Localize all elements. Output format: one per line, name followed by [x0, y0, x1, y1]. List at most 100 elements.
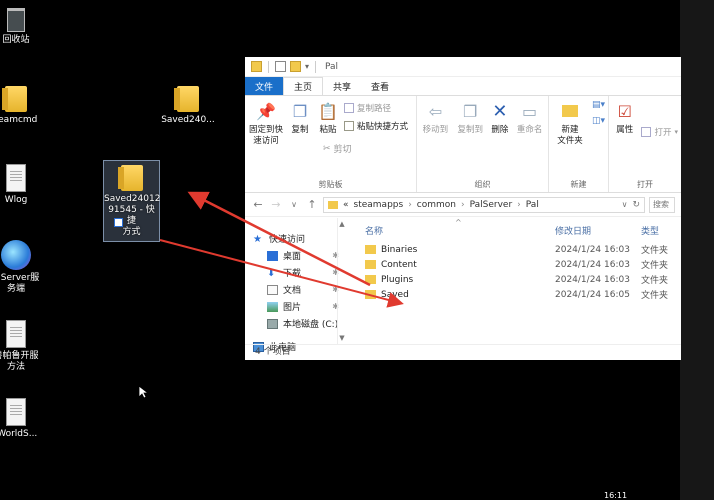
pin-quick-access-button[interactable]: 📌 固定到快 速访问 [248, 100, 284, 178]
folder-icon [328, 200, 338, 209]
move-to-icon: ⇦ [428, 101, 443, 121]
paste-button[interactable]: 📋 粘贴 [316, 100, 340, 178]
desktop-icon-wlog[interactable]: Wlog [0, 164, 52, 206]
file-row[interactable]: Content 2024/1/24 16:03 文件夹 [365, 257, 681, 272]
breadcrumb-common[interactable]: common [417, 200, 456, 210]
file-name: Saved [381, 289, 409, 300]
folder-icon [365, 260, 376, 269]
nav-item-desktop[interactable]: 桌面 ✱ [245, 247, 345, 264]
up-arrow-icon[interactable]: ↑ [305, 198, 319, 211]
column-type[interactable]: 类型 [641, 224, 681, 237]
new-item-icon[interactable]: ▤▾ [592, 100, 605, 110]
taskbar-clock: 16:11 [604, 491, 628, 500]
chevron-down-icon[interactable]: ∨ [622, 200, 628, 209]
divider [315, 60, 317, 73]
tab-share[interactable]: 共享 [323, 77, 361, 95]
nav-item-local-disk[interactable]: 本地磁盘 (C:) [245, 315, 345, 332]
file-date: 2024/1/24 16:03 [555, 244, 630, 255]
file-type: 文件夹 [641, 276, 669, 286]
properties-button[interactable]: ☑ 属性 [612, 100, 637, 178]
background-window-edge [680, 0, 714, 500]
easy-access-icon[interactable]: ◫▾ [592, 116, 605, 126]
file-list: ^ 名称 修改日期 类型 Binaries 2024/1/24 16:03 文件夹 C… [345, 218, 681, 344]
breadcrumb-separator-icon: › [517, 199, 521, 210]
breadcrumb-steamapps[interactable]: steamapps [354, 200, 404, 210]
breadcrumb-separator-icon: › [408, 199, 412, 210]
paste-shortcut-icon [344, 121, 354, 131]
desktop-icon-recycle-bin[interactable]: 回收站 [0, 8, 52, 46]
copy-to-button[interactable]: ❐ 复制到 [455, 100, 486, 178]
nav-item-pictures[interactable]: 图片 ✱ [245, 298, 345, 315]
breadcrumb-pal[interactable]: Pal [526, 200, 539, 210]
chevron-down-icon[interactable]: ▾ [305, 62, 309, 71]
file-date: 2024/1/24 16:05 [555, 289, 630, 300]
open-icon [641, 127, 652, 137]
document-icon [6, 398, 26, 426]
paste-shortcut-button[interactable]: 粘贴快捷方式 [344, 120, 408, 132]
breadcrumb-palserver[interactable]: PalServer [470, 200, 513, 210]
nav-scrollbar[interactable]: ▲ ▼ [337, 218, 345, 344]
forward-arrow-icon[interactable]: → [269, 198, 283, 211]
recycle-bin-icon [7, 8, 25, 32]
nav-item-quick-access[interactable]: ★ 快速访问 [245, 230, 345, 247]
content-area: ★ 快速访问 桌面 ✱ ⬇ 下载 ✱ 文档 ✱ 图片 ✱ 本地磁盘 (C:) 此… [245, 218, 681, 353]
cut-button[interactable]: ✂ 剪切 [323, 142, 352, 156]
file-row[interactable]: Binaries 2024/1/24 16:03 文件夹 [365, 242, 681, 257]
copy-button[interactable]: ❐ 复制 [288, 100, 312, 178]
new-folder-icon [560, 100, 580, 122]
nav-item-downloads[interactable]: ⬇ 下载 ✱ [245, 264, 345, 281]
tab-file[interactable]: 文件 [245, 77, 284, 95]
properties-quick-icon[interactable] [275, 61, 286, 72]
open-group: ☑ 属性 打开 ▾ 打开 [609, 96, 681, 192]
file-row[interactable]: Plugins 2024/1/24 16:03 文件夹 [365, 272, 681, 287]
back-arrow-icon[interactable]: ← [251, 198, 265, 211]
breadcrumb-separator-icon: › [461, 199, 465, 210]
document-icon [6, 164, 26, 192]
desktop-icon-guide-doc[interactable]: 兽帕鲁开服 方法 [0, 320, 52, 373]
divider [268, 60, 269, 73]
pin-icon: 📌 [256, 101, 276, 121]
address-bar-row: ← → ∨ ↑ « steamapps › common › PalServer… [245, 193, 681, 217]
nav-item-documents[interactable]: 文档 ✱ [245, 281, 345, 298]
sort-up-icon: ^ [455, 218, 462, 227]
column-headers: ^ 名称 修改日期 类型 [365, 218, 681, 242]
ribbon-tabs: 文件 主页 共享 查看 [245, 77, 681, 95]
open-button[interactable]: 打开 ▾ [641, 126, 678, 138]
column-date[interactable]: 修改日期 [555, 224, 641, 237]
tab-home[interactable]: 主页 [283, 77, 324, 95]
clipboard-icon: 📋 [318, 101, 338, 121]
tab-view[interactable]: 查看 [361, 77, 399, 95]
search-input[interactable]: 搜索 [649, 196, 675, 213]
address-bar[interactable]: « steamapps › common › PalServer › Pal ∨… [323, 196, 645, 213]
move-to-button[interactable]: ⇦ 移动到 [420, 100, 451, 178]
desktop-icon-palworldsettings[interactable]: lWorldS... [0, 398, 52, 440]
properties-check-icon: ☑ [617, 101, 632, 121]
file-explorer-window: ▾ Pal 文件 主页 共享 查看 📌 固定到快 速访问 ❐ 复制 📋 粘贴 复… [245, 57, 681, 360]
rename-button[interactable]: ▭ 重命名 [514, 100, 545, 178]
file-row[interactable]: Saved 2024/1/24 16:05 文件夹 [365, 287, 681, 302]
desktop: 回收站 teamcmd Wlog alServer服 务端 兽帕鲁开服 方法 l… [0, 0, 714, 500]
file-type: 文件夹 [641, 291, 669, 301]
delete-x-icon: ✕ [492, 100, 508, 122]
document-icon [6, 320, 26, 348]
desktop-icon-steamcmd[interactable]: teamcmd [0, 86, 52, 126]
file-name: Binaries [381, 244, 418, 255]
new-group: 新建 文件夹 ▤▾ ◫▾ 新建 [549, 96, 609, 192]
copy-path-button[interactable]: 复制路径 [344, 102, 408, 114]
desktop-icon-saved-folder[interactable]: Saved240... [152, 86, 224, 126]
new-folder-button[interactable]: 新建 文件夹 [552, 100, 588, 178]
desktop-icon-saved-shortcut[interactable]: Saved24012 91545 - 快捷 方式 [103, 160, 160, 242]
star-icon: ★ [253, 233, 262, 245]
refresh-icon[interactable]: ↻ [632, 200, 640, 210]
desktop-icon-palserver[interactable]: alServer服 务端 [0, 240, 52, 295]
clipboard-small-buttons: 复制路径 粘贴快捷方式 [344, 100, 408, 178]
delete-button[interactable]: ✕ 删除 [490, 100, 511, 178]
scissors-icon: ✂ [323, 143, 331, 154]
new-folder-quick-icon[interactable] [290, 61, 301, 72]
folder-icon [365, 290, 376, 299]
folder-icon [2, 86, 27, 112]
organize-group: ⇦ 移动到 ❐ 复制到 ✕ 删除 ▭ 重命名 组织 [417, 96, 549, 192]
pictures-icon [267, 301, 278, 312]
clipboard-group: 📌 固定到快 速访问 ❐ 复制 📋 粘贴 复制路径 粘贴快捷方式 ✂ 剪切 剪贴… [245, 96, 417, 192]
recent-chevron-icon[interactable]: ∨ [287, 200, 301, 209]
